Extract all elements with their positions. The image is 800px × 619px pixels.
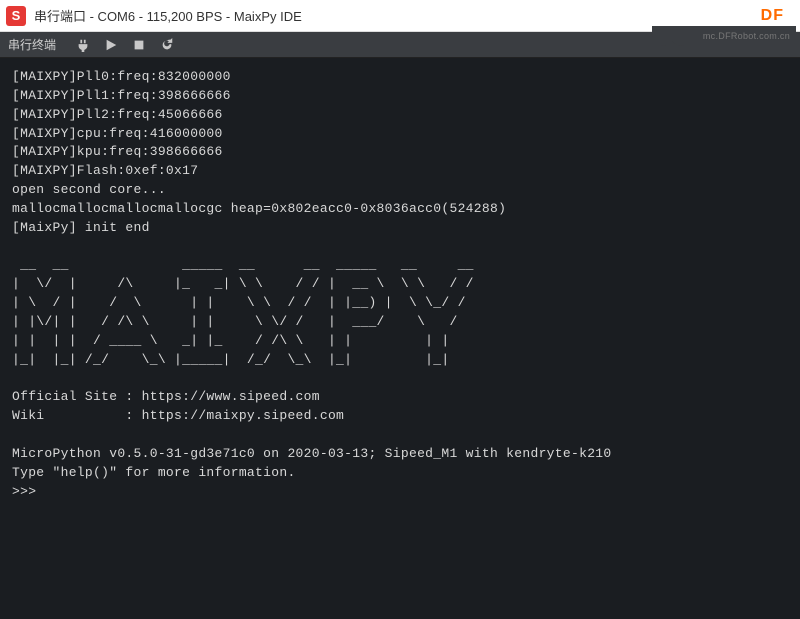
toolbar-label: 串行终端 <box>8 36 56 53</box>
watermark: mc.DFRobot.com.cn <box>666 26 796 46</box>
reset-button[interactable] <box>160 38 174 52</box>
stop-button[interactable] <box>132 38 146 52</box>
stop-icon <box>132 38 146 52</box>
connect-button[interactable] <box>76 38 90 52</box>
window-title: 串行端口 - COM6 - 115,200 BPS - MaixPy IDE <box>34 6 761 25</box>
app-icon: S <box>6 6 26 26</box>
brand-logo: DF <box>761 7 784 25</box>
serial-terminal[interactable]: [MAIXPY]Pll0:freq:832000000 [MAIXPY]Pll1… <box>0 58 800 511</box>
play-icon <box>104 38 118 52</box>
refresh-icon <box>160 38 174 52</box>
plug-icon <box>76 38 90 52</box>
run-button[interactable] <box>104 38 118 52</box>
